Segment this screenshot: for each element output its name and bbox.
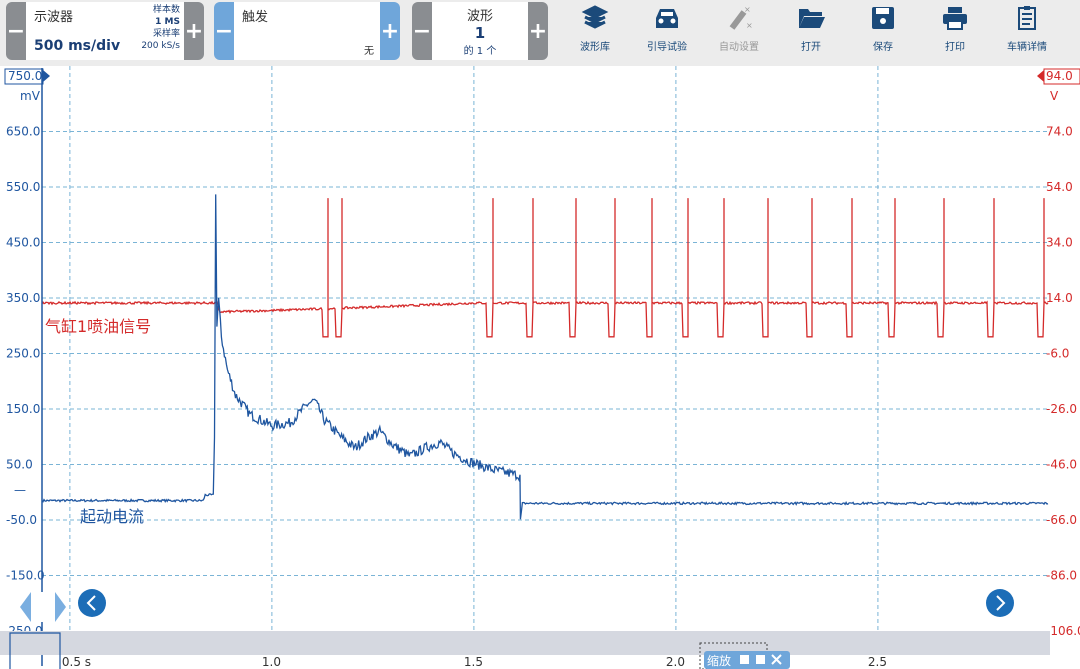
waveform-title: 波形 — [466, 9, 493, 24]
right-tick-label: 14.0 — [1046, 291, 1073, 305]
waveform-library-icon — [581, 5, 609, 29]
auto-setup-icon: ×× — [729, 5, 753, 30]
scroll-right-button[interactable] — [986, 589, 1014, 617]
oscilloscope-plot[interactable]: 750.0 650.0 550.0 450.0 350.0 250.0 150.0 50.0 -… — [0, 66, 1080, 669]
right-tick-label: 94.0 — [1046, 69, 1073, 83]
toolbar: − 示波器 500 ms/div 样本数 1 MS 采样率 200 kS/s +… — [0, 0, 1080, 66]
zoom-minimize-icon[interactable] — [740, 655, 749, 664]
x-tick-label: 1.0 — [262, 655, 281, 669]
left-tick-label: 150.0 — [6, 402, 40, 416]
save-icon — [872, 7, 894, 29]
timebase-decrease-button[interactable]: − — [6, 2, 26, 60]
timebase-value[interactable]: 500 ms/div — [34, 38, 120, 54]
zoom-label: 缩放 — [707, 653, 731, 668]
trigger-control: − 触发 无 + — [214, 2, 400, 60]
zoom-maximize-icon[interactable] — [756, 655, 765, 664]
rate-value: 200 kS/s — [141, 41, 180, 51]
waveform-control: − 波形 1 的 1 个 + — [412, 2, 548, 60]
left-tick-label: -150.0 — [6, 569, 45, 583]
waveform-library-button[interactable]: 波形库 — [562, 4, 628, 53]
rate-label: 采样率 — [152, 29, 180, 39]
tool-label: 保存 — [873, 42, 893, 53]
left-tick-label: 350.0 — [6, 291, 40, 305]
guided-test-button[interactable]: 引导试验 — [634, 4, 700, 53]
right-tick-label: -86.0 — [1046, 569, 1077, 583]
plot-background — [0, 66, 1080, 669]
svg-text:×: × — [744, 5, 751, 14]
series-label-current: 起动电流 — [80, 507, 144, 526]
svg-text:×: × — [746, 21, 753, 30]
waveform-count: 的 1 个 — [463, 46, 497, 57]
folder-open-icon — [799, 9, 825, 28]
auto-setup-button[interactable]: × × 自动设置 — [706, 4, 772, 53]
left-tick-label: 550.0 — [6, 180, 40, 194]
samples-label: 样本数 — [152, 5, 180, 15]
print-icon — [943, 7, 967, 30]
scroll-left-button[interactable] — [78, 589, 106, 617]
left-unit: mV — [20, 89, 41, 103]
series-label-injector: 气缸1喷油信号 — [45, 317, 151, 336]
waveform-prev-button[interactable]: − — [412, 2, 432, 60]
x-tick-label: 1.5 — [464, 655, 483, 669]
open-button[interactable]: 打开 — [778, 4, 844, 53]
tool-label: 打印 — [945, 42, 965, 53]
tool-label: 车辆详情 — [1007, 42, 1047, 53]
timebase-increase-button[interactable]: + — [184, 2, 204, 60]
right-tick-label: 54.0 — [1046, 180, 1073, 194]
right-tick-label: -6.0 — [1046, 347, 1069, 361]
tool-label: 打开 — [801, 42, 821, 53]
x-tick-label: 2.0 — [666, 655, 685, 669]
right-tick-label: 34.0 — [1046, 236, 1073, 250]
car-icon — [656, 9, 678, 28]
save-button[interactable]: 保存 — [850, 4, 916, 53]
samples-value: 1 MS — [155, 17, 180, 27]
waveform-number: 1 — [474, 24, 486, 42]
waveform-next-button[interactable]: + — [528, 2, 548, 60]
x-tick-label: 2.5 — [868, 655, 887, 669]
right-tick-label: -106.0 — [1046, 624, 1080, 638]
left-tick-label: 650.0 — [6, 125, 40, 139]
right-tick-label: -26.0 — [1046, 402, 1077, 416]
left-tick-label: -50.0 — [6, 513, 37, 527]
trigger-value[interactable]: 无 — [364, 42, 374, 57]
tool-label: 波形库 — [580, 42, 610, 53]
left-tick-label: 250.0 — [6, 347, 40, 361]
right-unit: V — [1050, 89, 1059, 103]
zoom-box[interactable]: 缩放 — [704, 651, 790, 669]
tool-label: 引导试验 — [647, 42, 687, 53]
right-tick-label: -66.0 — [1046, 513, 1077, 527]
timebase-title: 示波器 — [34, 10, 74, 25]
time-scrollbar[interactable] — [0, 631, 1050, 655]
left-tick-label: 750.0 — [8, 69, 42, 83]
clipboard-icon — [1018, 6, 1036, 30]
tool-label: 自动设置 — [719, 42, 759, 53]
print-button[interactable]: 打印 — [922, 4, 988, 53]
right-tick-label: -46.0 — [1046, 458, 1077, 472]
timebase-control: − 示波器 500 ms/div 样本数 1 MS 采样率 200 kS/s + — [6, 2, 204, 60]
vehicle-details-button[interactable]: 车辆详情 — [994, 4, 1060, 53]
channel-marker: — — [14, 483, 26, 497]
trigger-decrease-button[interactable]: − — [214, 2, 234, 60]
x-tick-label: 0.5 s — [62, 655, 91, 669]
trigger-increase-button[interactable]: + — [380, 2, 400, 60]
trigger-title: 触发 — [242, 10, 269, 25]
right-tick-label: 74.0 — [1046, 125, 1073, 139]
left-tick-label: 450.0 — [6, 236, 40, 250]
left-tick-label: 50.0 — [6, 458, 33, 472]
